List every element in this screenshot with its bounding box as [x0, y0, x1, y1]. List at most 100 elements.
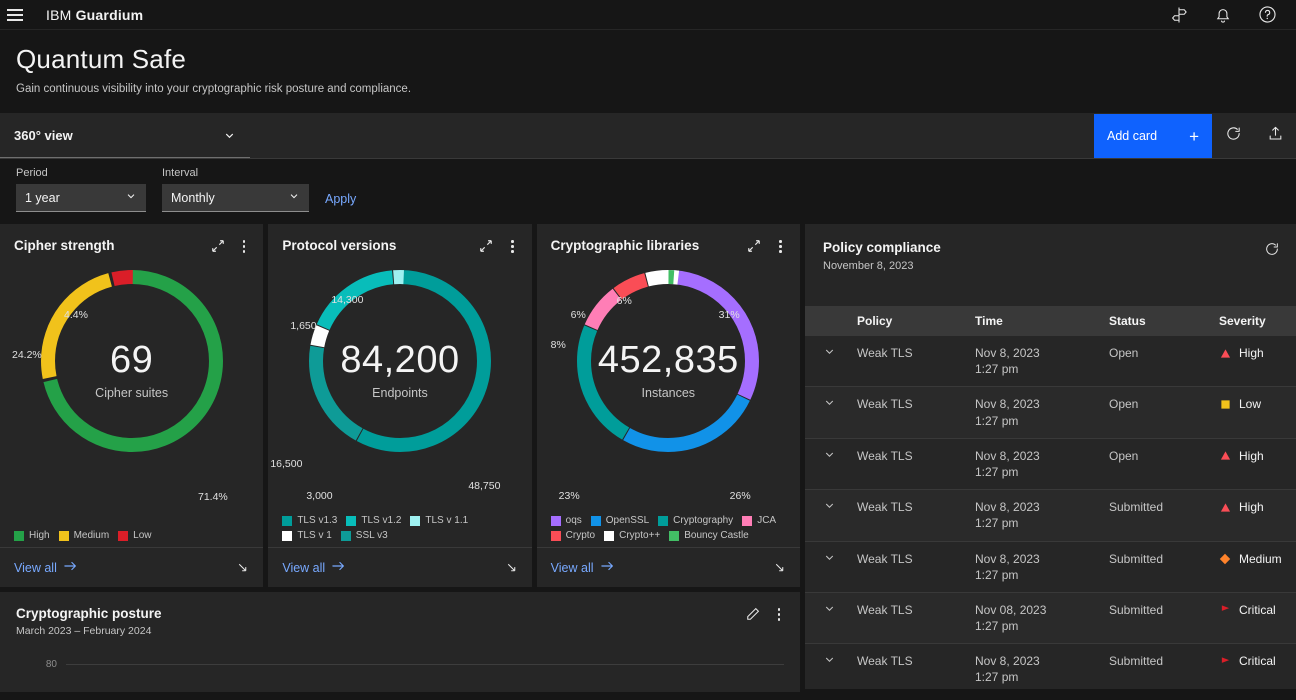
overflow-menu-icon[interactable] [239, 238, 250, 255]
card-header-actions [746, 606, 785, 623]
table-header-policy[interactable]: Policy [851, 306, 969, 336]
expand-icon[interactable] [211, 239, 225, 253]
card-header-actions [479, 238, 518, 255]
add-card-button[interactable]: Add card + [1094, 114, 1212, 158]
legend-item[interactable]: Medium [58, 530, 109, 541]
legend-item[interactable]: JCA [742, 515, 776, 526]
resize-handle-icon[interactable] [236, 561, 249, 574]
cell-time: Nov 08, 2023 1:27 pm [969, 592, 1103, 645]
export-button[interactable] [1254, 114, 1296, 158]
donut-value-label: 8% [550, 338, 566, 351]
card-policy-compliance: Policy compliance November 8, 2023 Polic… [805, 224, 1296, 689]
chevron-down-icon[interactable] [823, 345, 836, 358]
refresh-button[interactable] [1212, 114, 1254, 158]
row-expand-cell[interactable] [805, 336, 851, 388]
expand-icon[interactable] [479, 239, 493, 253]
card-subtitle: March 2023 – February 2024 [16, 625, 152, 637]
legend-item[interactable]: High [14, 530, 50, 541]
legend-swatch [742, 515, 753, 526]
legend-swatch [604, 530, 615, 541]
severity-icon [1219, 501, 1231, 513]
view-selector[interactable]: 360° view [0, 114, 250, 158]
add-card-label: Add card [1107, 129, 1158, 143]
card-header: Cryptographic libraries [537, 224, 800, 255]
chevron-down-icon[interactable] [823, 396, 836, 409]
resize-handle-icon[interactable] [773, 561, 786, 574]
table-row[interactable]: Weak TLS Nov 8, 2023 1:27 pm Open High [805, 336, 1296, 388]
legend-label: Crypto [565, 530, 596, 541]
apply-button[interactable]: Apply [325, 192, 356, 212]
axis-gridline [66, 664, 784, 665]
chevron-down-icon[interactable] [823, 602, 836, 615]
view-all-link[interactable]: View all [551, 560, 615, 575]
overflow-menu-icon[interactable] [774, 606, 785, 623]
legend-item[interactable]: Bouncy Castle [669, 530, 749, 541]
card-title: Policy compliance [823, 240, 941, 255]
donut-value-label: 4.4% [64, 308, 88, 321]
row-expand-cell[interactable] [805, 541, 851, 593]
chart-legend: oqs OpenSSL Cryptography JCA Crypto Cryp… [537, 515, 800, 547]
chevron-down-icon[interactable] [823, 499, 836, 512]
table-row[interactable]: Weak TLS Nov 8, 2023 1:27 pm Open High [805, 438, 1296, 491]
card-header: Protocol versions [268, 224, 531, 255]
legend-item[interactable]: Crypto [550, 530, 596, 541]
bell-icon[interactable] [1212, 4, 1234, 26]
severity-icon [1219, 604, 1231, 616]
table-row[interactable]: Weak TLS Nov 8, 2023 1:27 pm Open Low [805, 386, 1296, 439]
cell-status: Submitted [1103, 643, 1213, 689]
row-expand-cell[interactable] [805, 643, 851, 689]
card-title: Protocol versions [282, 238, 397, 253]
view-all-link[interactable]: View all [282, 560, 346, 575]
legend-item[interactable]: TLS v1.2 [346, 515, 401, 526]
row-expand-cell[interactable] [805, 386, 851, 439]
card-header-actions [211, 238, 250, 255]
signpost-icon[interactable] [1168, 4, 1190, 26]
table-row[interactable]: Weak TLS Nov 8, 2023 1:27 pm Submitted High [805, 489, 1296, 542]
expand-icon[interactable] [747, 239, 761, 253]
arrow-right-icon [64, 560, 78, 575]
row-expand-cell[interactable] [805, 592, 851, 645]
legend-item[interactable]: TLS v1.3 [282, 515, 337, 526]
legend-label: OpenSSL [605, 515, 650, 526]
legend-item[interactable]: SSL v3 [340, 530, 388, 541]
chevron-down-icon[interactable] [823, 448, 836, 461]
refresh-button[interactable] [1264, 241, 1280, 262]
table-header-severity[interactable]: Severity [1213, 306, 1296, 336]
overflow-menu-icon[interactable] [775, 238, 786, 255]
donut-value-label: 31% [718, 308, 740, 321]
table-row[interactable]: Weak TLS Nov 08, 2023 1:27 pm Submitted Crit… [805, 592, 1296, 645]
row-expand-cell[interactable] [805, 438, 851, 491]
cell-time: Nov 8, 2023 1:27 pm [969, 386, 1103, 439]
legend-item[interactable]: TLS v 1.1 [410, 515, 468, 526]
table-row[interactable]: Weak TLS Nov 8, 2023 1:27 pm Submitted Mediu… [805, 541, 1296, 593]
legend-item[interactable]: Cryptography [658, 515, 733, 526]
table-row[interactable]: Weak TLS Nov 8, 2023 1:27 pm Submitted Criti… [805, 643, 1296, 689]
legend-item[interactable]: TLS v 1 [282, 530, 332, 541]
period-select[interactable]: 1 year [16, 184, 146, 212]
interval-select[interactable]: Monthly [162, 184, 309, 212]
table-header-status[interactable]: Status [1103, 306, 1213, 336]
overflow-menu-icon[interactable] [507, 238, 518, 255]
view-all-link[interactable]: View all [14, 560, 78, 575]
legend-item[interactable]: oqs [550, 515, 582, 526]
chevron-down-icon[interactable] [823, 653, 836, 666]
donut-value-label: 6% [570, 308, 586, 321]
help-icon[interactable] [1256, 4, 1278, 26]
chevron-down-icon[interactable] [823, 551, 836, 564]
card-header-actions [747, 238, 786, 255]
legend-swatch [590, 515, 601, 526]
edit-icon[interactable] [746, 607, 760, 621]
table-header-time[interactable]: Time [969, 306, 1103, 336]
legend-swatch [658, 515, 669, 526]
donut-center: 84,200 Endpoints [300, 341, 500, 400]
legend-item[interactable]: Low [118, 530, 152, 541]
row-expand-cell[interactable] [805, 489, 851, 542]
table-header-expand [805, 306, 851, 336]
resize-handle-icon[interactable] [505, 561, 518, 574]
dashboard-grid: Cipher strength 4.4% 24.2% 71.4% 69 Ciph… [0, 224, 1296, 692]
legend-item[interactable]: OpenSSL [590, 515, 650, 526]
chart-axis-row: 80 [16, 659, 784, 670]
legend-label: Crypto++ [619, 530, 661, 541]
legend-item[interactable]: Crypto++ [604, 530, 660, 541]
hamburger-icon[interactable] [0, 0, 30, 30]
